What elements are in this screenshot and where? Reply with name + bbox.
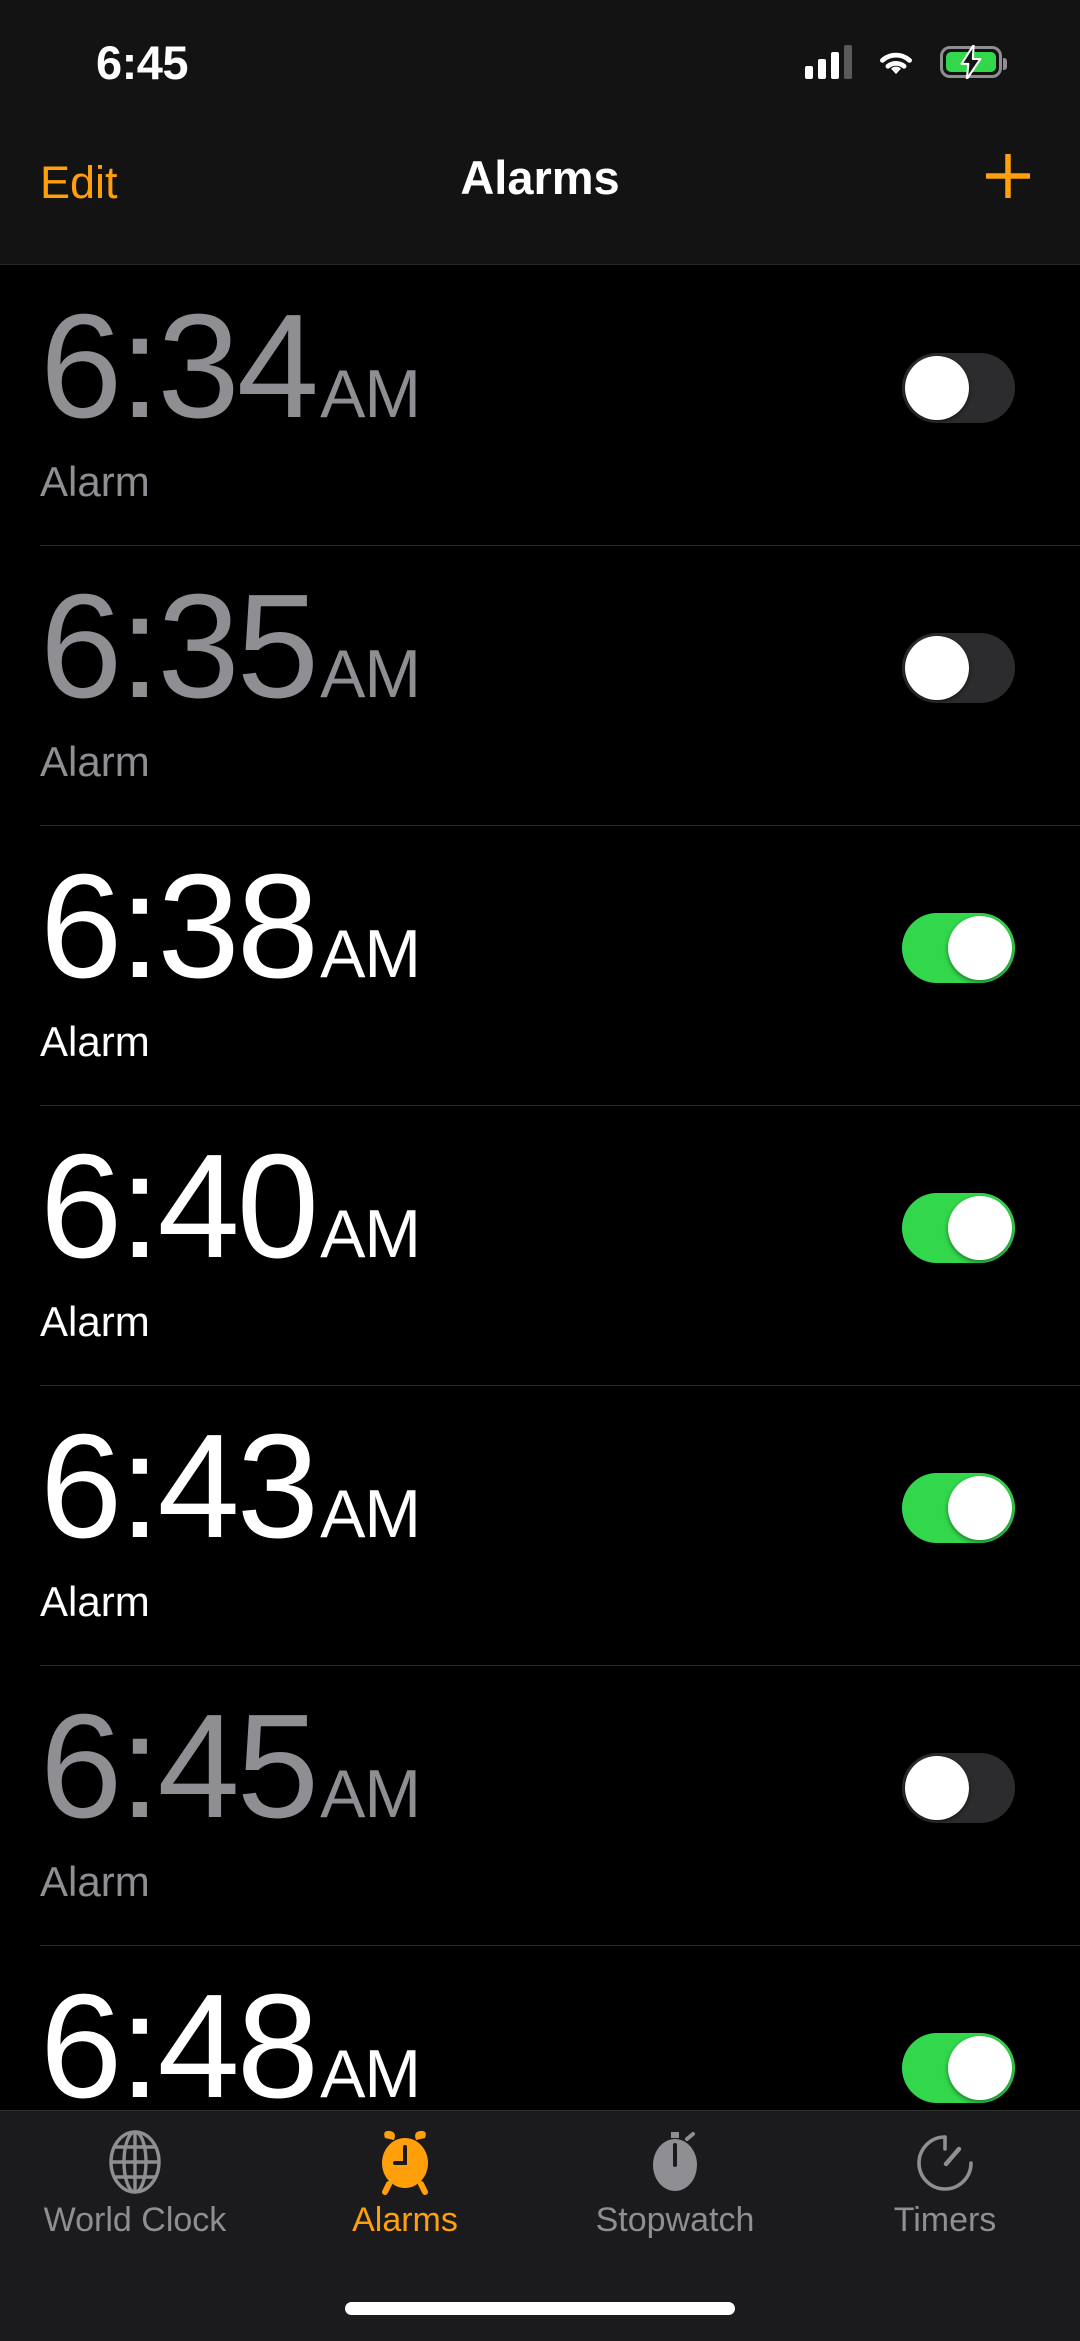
alarm-time-group: 6:35 AM — [40, 564, 421, 729]
alarm-time: 6:35 — [40, 564, 319, 729]
status-bar-time: 6:45 — [96, 35, 189, 89]
alarm-time-group: 6:40 AM — [40, 1124, 421, 1289]
alarm-time-group: 6:48 AM — [40, 1964, 421, 2111]
alarm-toggle[interactable] — [902, 1473, 1015, 1543]
alarm-list[interactable]: 6:34 AM Alarm 6:35 AM Alarm 6:38 AM Alarm 6:40 AM A… — [0, 265, 1080, 2110]
add-alarm-button[interactable] — [974, 142, 1042, 210]
alarm-time: 6:34 — [40, 284, 319, 449]
row-separator — [40, 1665, 1080, 1666]
tab-world-clock[interactable]: World Clock — [0, 2129, 270, 2237]
wifi-icon — [874, 45, 918, 79]
alarm-time: 6:43 — [40, 1404, 319, 1569]
alarm-label: Alarm — [40, 458, 150, 505]
globe-icon — [102, 2129, 168, 2195]
alarm-label: Alarm — [40, 738, 150, 785]
tab-label: Stopwatch — [595, 2201, 755, 2239]
alarm-label: Alarm — [40, 1298, 150, 1345]
alarm-row[interactable]: 6:43 AM Alarm — [0, 1385, 1080, 1665]
clock-app-screen: 6:45 Edit Alarms 6:34 AM Alarm 6:35 AM A… — [0, 0, 1080, 2341]
alarm-period: AM — [320, 636, 421, 712]
alarm-time: 6:48 — [40, 1964, 319, 2111]
alarm-label: Alarm — [40, 1578, 150, 1625]
tab-label: Timers — [893, 2201, 997, 2239]
alarm-period: AM — [320, 916, 421, 992]
toggle-knob — [948, 916, 1012, 980]
alarm-period: AM — [320, 1476, 421, 1552]
toggle-knob — [905, 1756, 969, 1820]
tab-timers[interactable]: Timers — [810, 2129, 1080, 2237]
cellular-signal-icon — [805, 45, 852, 79]
alarm-toggle[interactable] — [902, 1753, 1015, 1823]
navigation-bar: Edit Alarms — [0, 112, 1080, 265]
alarm-toggle[interactable] — [902, 2033, 1015, 2103]
alarm-label: Alarm — [40, 1018, 150, 1065]
alarm-row[interactable]: 6:45 AM Alarm — [0, 1665, 1080, 1945]
toggle-knob — [948, 2036, 1012, 2100]
status-bar-indicators — [805, 45, 1007, 79]
alarm-period: AM — [320, 356, 421, 432]
alarm-toggle[interactable] — [902, 913, 1015, 983]
status-bar: 6:45 — [0, 0, 1080, 112]
alarm-toggle[interactable] — [902, 633, 1015, 703]
alarm-period: AM — [320, 1756, 421, 1832]
alarm-period: AM — [320, 1196, 421, 1272]
row-separator — [40, 1385, 1080, 1386]
home-indicator — [345, 2302, 735, 2315]
alarm-toggle[interactable] — [902, 353, 1015, 423]
alarm-row[interactable]: 6:38 AM Alarm — [0, 825, 1080, 1105]
alarm-time-group: 6:38 AM — [40, 844, 421, 1009]
tab-stopwatch[interactable]: Stopwatch — [540, 2129, 810, 2237]
toggle-knob — [905, 636, 969, 700]
alarm-row[interactable]: 6:34 AM Alarm — [0, 265, 1080, 545]
alarm-period: AM — [320, 2036, 421, 2110]
row-separator — [40, 825, 1080, 826]
toggle-knob — [948, 1476, 1012, 1540]
alarm-clock-icon — [372, 2129, 438, 2195]
alarm-time-group: 6:34 AM — [40, 284, 421, 449]
alarm-row[interactable]: 6:40 AM Alarm — [0, 1105, 1080, 1385]
tab-label: World Clock — [43, 2201, 227, 2239]
alarm-time-group: 6:43 AM — [40, 1404, 421, 1569]
alarm-time: 6:40 — [40, 1124, 319, 1289]
toggle-knob — [905, 356, 969, 420]
battery-charging-icon — [940, 45, 1007, 79]
row-separator — [40, 1105, 1080, 1106]
alarm-toggle[interactable] — [902, 1193, 1015, 1263]
alarm-time-group: 6:45 AM — [40, 1684, 421, 1849]
row-separator — [40, 545, 1080, 546]
alarm-label: Alarm — [40, 1858, 150, 1905]
timer-icon — [912, 2129, 978, 2195]
toggle-knob — [948, 1196, 1012, 1260]
stopwatch-icon — [642, 2129, 708, 2195]
alarm-time: 6:45 — [40, 1684, 319, 1849]
page-title: Alarms — [460, 151, 620, 204]
alarm-row[interactable]: 6:35 AM Alarm — [0, 545, 1080, 825]
tab-alarms[interactable]: Alarms — [270, 2129, 540, 2237]
plus-icon — [974, 142, 1042, 210]
tab-label: Alarms — [352, 2201, 458, 2239]
row-separator — [40, 1945, 1080, 1946]
alarm-row[interactable]: 6:48AMAlarm — [0, 1945, 1080, 2110]
alarm-time: 6:38 — [40, 844, 319, 1009]
